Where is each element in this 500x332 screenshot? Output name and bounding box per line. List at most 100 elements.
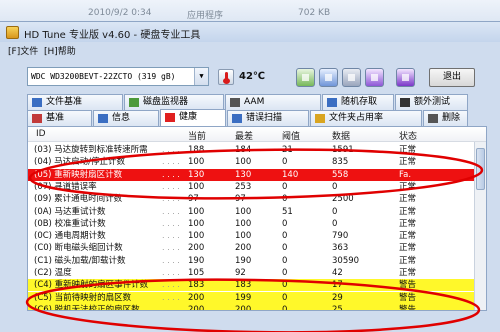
tab-info[interactable]: 信息 — [93, 110, 159, 126]
cell-worst: 199 — [235, 292, 252, 303]
download-icon[interactable] — [396, 68, 415, 87]
cell-status: 正常 — [399, 255, 417, 266]
cell-leader-dots: . . . . — [162, 194, 180, 204]
cell-data: 17 — [332, 280, 343, 291]
table-row[interactable]: (C0) 断电磁头缩回计数. . . . 200 200 0 363 正常 — [28, 242, 486, 254]
cell-current: 190 — [188, 255, 205, 266]
cell-status: 正常 — [399, 268, 417, 278]
background-date: 2010/9/2 0:34 — [88, 8, 152, 18]
cell-status: 正常 — [399, 145, 417, 155]
random-access-icon — [327, 98, 337, 107]
cell-current: 188 — [188, 145, 205, 155]
copy-screenshot-icon[interactable] — [319, 68, 338, 87]
table-row[interactable]: (07) 寻道错误率. . . . 100 253 0 0 正常 — [28, 181, 486, 193]
cell-leader-dots: . . . . — [162, 218, 180, 228]
tab-extra-tests[interactable]: 额外测试 — [395, 94, 468, 110]
scrollbar-thumb[interactable] — [476, 148, 485, 190]
cell-worst: 190 — [235, 255, 252, 266]
cell-current: 100 — [188, 206, 205, 217]
tab-folder-usage[interactable]: 文件夹占用率 — [310, 110, 422, 126]
column-header-status[interactable]: 状态 — [399, 129, 417, 142]
table-row[interactable]: (09) 累计通电时间计数. . . . 97 97 0 2500 正常 — [28, 193, 486, 205]
cell-worst: 92 — [235, 268, 246, 278]
table-row[interactable]: (C4) 重新映射的扇区事件计数. . . . 183 183 0 17 警告 — [28, 279, 486, 292]
cell-data: 835 — [332, 157, 349, 168]
cell-threshold: 0 — [282, 255, 288, 266]
menu-help[interactable]: [H]帮助 — [44, 44, 76, 57]
background-file-strip: 2010/9/2 0:34 应用程序 702 KB — [0, 0, 500, 22]
tab-label: 健康 — [179, 112, 198, 122]
cell-status: Fa. — [399, 169, 412, 180]
table-row[interactable]: (0B) 校准重试计数. . . . 100 100 0 0 正常 — [28, 218, 486, 230]
vertical-scrollbar[interactable] — [474, 142, 486, 310]
cell-threshold: 0 — [282, 194, 288, 205]
speaker-icon — [230, 98, 240, 107]
column-header-worst[interactable]: 最差 — [235, 129, 253, 142]
cell-worst: 200 — [235, 243, 252, 254]
column-header-data[interactable]: 数据 — [332, 129, 350, 142]
cell-data: 0 — [332, 181, 338, 192]
column-header-current[interactable]: 当前 — [188, 129, 206, 142]
cell-status: 正常 — [399, 181, 417, 192]
cell-worst: 200 — [235, 304, 252, 311]
cell-data: 42 — [332, 268, 343, 278]
table-row[interactable]: (C6) 脱机无法校正的扇区数. . . . 200 200 0 25 警告 — [28, 303, 486, 311]
tab-label: 文件基准 — [46, 97, 83, 107]
health-cross-icon — [165, 113, 175, 122]
column-header-id[interactable]: ID — [36, 129, 46, 139]
table-row[interactable]: (C5) 当前待映射的扇区数. . . . 200 199 0 29 警告 — [28, 291, 486, 304]
copy-text-icon[interactable] — [296, 68, 315, 87]
cell-current: 100 — [188, 181, 205, 192]
exit-button[interactable]: 退出 — [429, 68, 475, 87]
cell-threshold: 0 — [282, 292, 288, 303]
tab-label: AAM — [244, 97, 265, 107]
cell-leader-dots: . . . . — [162, 181, 180, 191]
tab-benchmark[interactable]: 基准 — [27, 110, 92, 126]
cell-current: 100 — [188, 231, 205, 242]
table-row[interactable]: (C2) 温度. . . . 105 92 0 42 正常 — [28, 267, 486, 279]
cell-worst: 253 — [235, 181, 252, 192]
table-row[interactable]: (0C) 通电周期计数. . . . 100 100 0 790 正常 — [28, 230, 486, 242]
cell-data: 790 — [332, 231, 349, 242]
column-header-threshold[interactable]: 阈值 — [282, 129, 300, 142]
toolbar: WDC WD3200BEVT-22ZCTO (319 gB) ▼ 42℃ 退出 — [0, 62, 500, 92]
cell-worst: 100 — [235, 218, 252, 229]
cell-status: 警告 — [399, 292, 417, 303]
background-size: 702 KB — [298, 8, 331, 18]
cell-status: 正常 — [399, 157, 417, 168]
cell-current: 100 — [188, 218, 205, 229]
tab-health[interactable]: 健康 — [160, 109, 226, 126]
cell-status: 正常 — [399, 218, 417, 229]
options-icon[interactable] — [365, 68, 384, 87]
extra-tests-icon — [400, 98, 410, 107]
cell-status: 正常 — [399, 231, 417, 242]
save-screenshot-icon[interactable] — [342, 68, 361, 87]
cell-data: 29 — [332, 292, 343, 303]
tab-aam[interactable]: AAM — [225, 94, 321, 110]
cell-threshold: 51 — [282, 206, 293, 217]
temperature-readout: 42℃ — [239, 71, 266, 82]
drive-select-value: WDC WD3200BEVT-22ZCTO (319 gB) — [31, 72, 176, 81]
tab-random-access[interactable]: 随机存取 — [322, 94, 394, 110]
table-row[interactable]: (0A) 马达重试计数. . . . 100 100 51 0 正常 — [28, 206, 486, 218]
cell-worst: 184 — [235, 145, 252, 155]
cell-leader-dots: . . . . — [162, 169, 180, 179]
drive-select[interactable]: WDC WD3200BEVT-22ZCTO (319 gB) ▼ — [27, 67, 209, 86]
cell-worst: 130 — [235, 169, 252, 180]
tab-delete[interactable]: 删除 — [423, 110, 468, 126]
menu-file[interactable]: [F]文件 — [8, 44, 38, 57]
table-row[interactable]: (05) 重新映射扇区计数. . . . 130 130 140 558 Fa. — [28, 168, 486, 181]
chevron-down-icon[interactable]: ▼ — [194, 68, 208, 85]
tab-disk-monitor[interactable]: 磁盘监视器 — [124, 94, 224, 110]
cell-current: 100 — [188, 157, 205, 168]
table-row[interactable]: (04) 马达启动/停止计数. . . . 100 100 0 835 正常 — [28, 156, 486, 168]
folder-icon — [315, 114, 325, 123]
cell-data: 0 — [332, 218, 338, 229]
tab-file-benchmark[interactable]: 文件基准 — [27, 94, 123, 110]
table-row[interactable]: (C1) 磁头加载/卸载计数. . . . 190 190 0 30590 正常 — [28, 255, 486, 267]
table-row[interactable]: (03) 马达旋转到标准转速所需. . . . 188 184 21 1591 正常 — [28, 144, 486, 156]
tab-error-scan[interactable]: 错误扫描 — [227, 110, 309, 126]
cell-threshold: 0 — [282, 231, 288, 242]
tab-label: 基准 — [46, 113, 65, 123]
cell-status: 正常 — [399, 243, 417, 254]
